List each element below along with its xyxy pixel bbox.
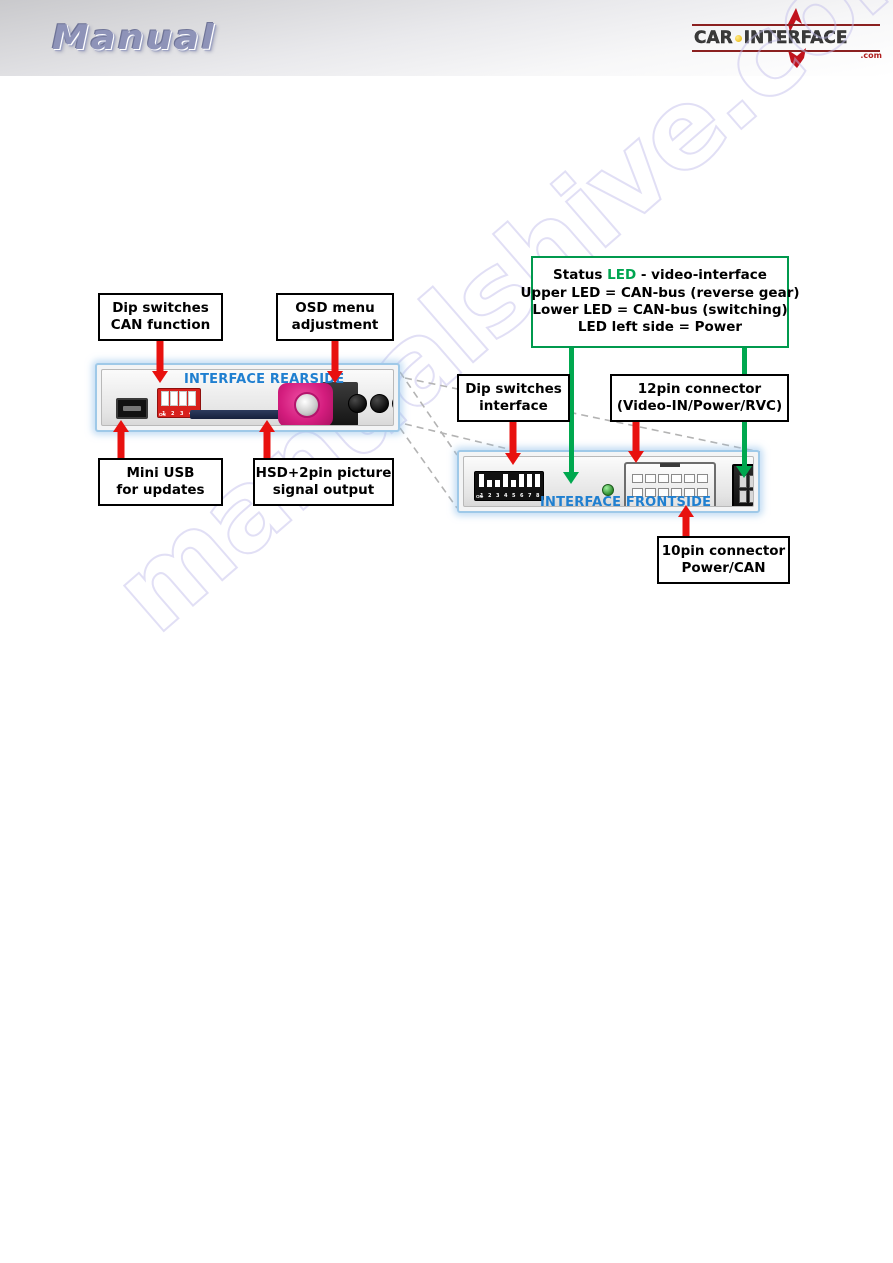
callout-line-2: adjustment (291, 317, 379, 333)
button-2[interactable] (370, 394, 389, 413)
callout-line-2: (Video-IN/Power/RVC) (616, 398, 783, 414)
arrow-green-power-led (563, 472, 579, 488)
callout-line-1: 12pin connector (637, 380, 762, 397)
page-header: Manual CAR INTERFACE .com (0, 0, 893, 76)
dip8-num-3: 3 (496, 493, 500, 499)
status-led-line-4: LED left side = Power (577, 319, 743, 336)
arrow-green-status-leds (736, 466, 752, 482)
connector-notch (660, 463, 680, 467)
device-rearside-face: INTERFACE REARSIDE ON 1 2 3 4 (101, 369, 394, 426)
callout-line-2: for updates (116, 482, 205, 498)
status-led-word: LED (607, 267, 637, 284)
callout-line-1: 10pin connector (661, 542, 786, 559)
callout-12pin-connector: 12pin connector (Video-IN/Power/RVC) (610, 374, 789, 422)
device-interface-frontside: INTERFACE FRONTSIDE ON 1 2 3 4 5 6 7 8 (457, 450, 760, 513)
status-led-title-b: - video-interface (636, 267, 767, 284)
10pin-row-bottom (739, 490, 753, 503)
arrow-mini-usb (113, 420, 129, 460)
dip4-num-3: 3 (180, 411, 184, 417)
callout-line-1: OSD menu (295, 299, 375, 316)
dip8-num-2: 2 (488, 493, 492, 499)
callout-mini-usb: Mini USB for updates (98, 458, 223, 506)
arrow-dip-interface (505, 422, 521, 466)
callout-line-2: signal output (272, 482, 375, 498)
status-led-line-3: Lower LED = CAN-bus (switching) (532, 302, 788, 318)
callout-10pin-connector: 10pin connector Power/CAN (657, 536, 790, 584)
button-3[interactable] (392, 394, 393, 413)
callout-hsd-output: HSD+2pin picture signal output (253, 458, 394, 506)
page-title: Manual (52, 18, 216, 58)
12pin-row-top (632, 474, 708, 483)
logo-text-car: CAR (694, 27, 733, 48)
callout-dip-switches-can: Dip switches CAN function (98, 293, 223, 341)
callout-line-2: CAN function (110, 317, 211, 333)
arrow-12pin (628, 422, 644, 464)
dip8-num-4: 4 (504, 493, 508, 499)
callout-dip-switches-interface: Dip switches interface (457, 374, 570, 422)
callout-line-1: Dip switches (112, 299, 209, 316)
hsd-connector[interactable] (278, 383, 333, 425)
dip8-num-7: 7 (528, 493, 532, 499)
callout-line-1: Mini USB (126, 464, 195, 481)
logo-wordmark: CAR INTERFACE (694, 27, 880, 49)
car-interface-logo: CAR INTERFACE .com (688, 6, 884, 68)
arrow-hsd-output (259, 420, 275, 460)
dip8-num-1: 1 (480, 493, 484, 499)
status-led-title-a: Status (553, 267, 608, 284)
status-led-line-2: Upper LED = CAN-bus (reverse gear) (520, 284, 800, 301)
logo-rule-top (692, 24, 880, 26)
callout-line-2: Power/CAN (681, 560, 766, 576)
perspective-dashed-lines (399, 371, 761, 511)
callout-status-led: Status LED - video-interface Upper LED =… (520, 256, 800, 348)
callout-line-1: HSD+2pin picture (255, 464, 392, 481)
logo-rule-bottom (692, 50, 880, 52)
mini-usb-port (116, 398, 148, 419)
callout-line-2: interface (479, 398, 548, 414)
button-1[interactable] (348, 394, 367, 413)
dip4-num-1: 1 (162, 411, 166, 417)
callout-line-1: Dip switches (465, 380, 562, 397)
dip8-num-8: 8 (536, 493, 540, 499)
status-led-title: Status LED - video-interface (541, 267, 779, 284)
logo-text-interface: INTERFACE (743, 27, 848, 48)
dip8-num-6: 6 (520, 493, 524, 499)
logo-tld: .com (860, 51, 882, 60)
arrow-dip-can (152, 341, 168, 383)
device-interface-rearside: INTERFACE REARSIDE ON 1 2 3 4 (95, 363, 400, 432)
dip-switch-block-8[interactable]: ON 1 2 3 4 5 6 7 8 (474, 471, 544, 501)
caption-interface-rearside: INTERFACE REARSIDE (184, 372, 345, 387)
callout-osd-menu: OSD menu adjustment (276, 293, 394, 341)
arrow-osd-menu (327, 341, 343, 383)
dip4-num-2: 2 (171, 411, 175, 417)
yellow-dot-icon (734, 34, 742, 42)
dip8-num-5: 5 (512, 493, 516, 499)
